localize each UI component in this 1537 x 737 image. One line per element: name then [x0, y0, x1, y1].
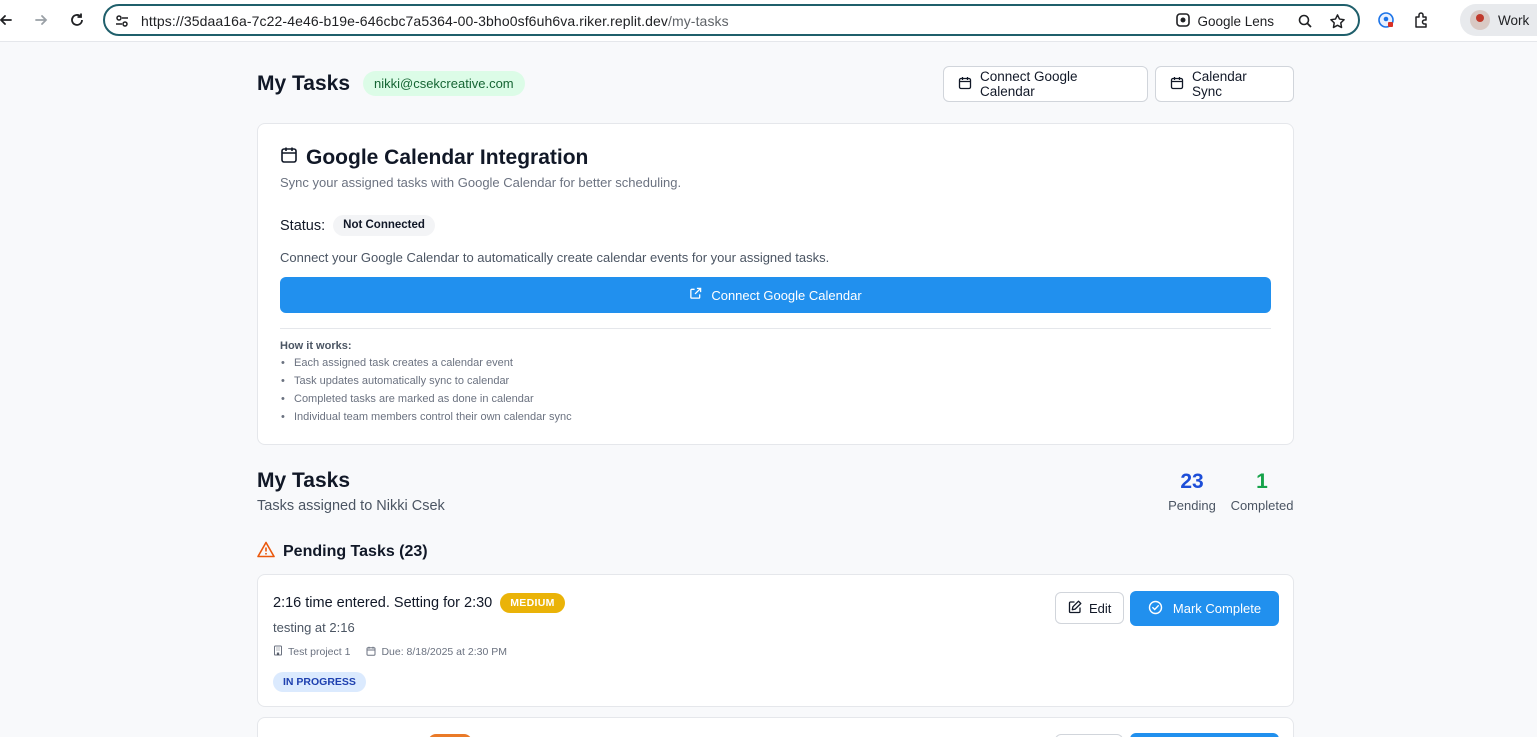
page-header: My Tasks nikki@csekcreative.com Connect … — [257, 66, 1294, 102]
integration-description: Connect your Google Calendar to automati… — [280, 250, 830, 265]
connect-google-calendar-label: Connect Google Calendar — [980, 69, 1078, 99]
pending-stat-label: Pending — [1168, 498, 1216, 513]
calendar-sync-label: Calendar Sync — [1192, 69, 1247, 99]
mark-complete-button[interactable] — [1130, 733, 1279, 737]
calendar-icon — [958, 76, 972, 93]
list-item: Task updates automatically sync to calen… — [280, 372, 572, 390]
reload-icon[interactable] — [65, 8, 89, 32]
forward-icon[interactable] — [29, 8, 53, 32]
completed-stat: 1 Completed — [1228, 470, 1296, 513]
task-title: 2:16 time entered. Setting for 2:30 MEDI… — [273, 593, 565, 613]
connect-google-calendar-button[interactable]: Connect Google Calendar — [280, 277, 1271, 313]
user-email-badge: nikki@csekcreative.com — [363, 71, 525, 96]
task-due-text: Due: 8/18/2025 at 2:30 PM — [381, 646, 507, 658]
mark-complete-button[interactable]: Mark Complete — [1130, 591, 1279, 626]
lens-icon — [1175, 12, 1191, 31]
pending-count: 23 — [1180, 470, 1204, 493]
list-item: Completed tasks are marked as done in ca… — [280, 390, 572, 408]
status-label: Status: — [280, 217, 326, 234]
password-manager-icon[interactable] — [1374, 8, 1398, 32]
calendar-icon — [1170, 76, 1184, 93]
task-card: 2:16 time entered. Setting for 2:30 MEDI… — [257, 574, 1294, 707]
integration-title: Google Calendar Integration — [280, 146, 588, 170]
list-item: Individual team members control their ow… — [280, 408, 572, 426]
profile-label: Work — [1498, 12, 1530, 28]
google-lens-button[interactable]: Google Lens — [1175, 12, 1274, 31]
list-item: Each assigned task creates a calendar ev… — [280, 354, 572, 372]
external-link-icon — [689, 287, 702, 303]
building-icon — [273, 645, 283, 659]
status-badge: Not Connected — [333, 215, 435, 236]
how-it-works-list: Each assigned task creates a calendar ev… — [280, 354, 572, 426]
lens-label: Google Lens — [1197, 14, 1274, 29]
zoom-icon[interactable] — [1296, 12, 1314, 30]
pending-stat: 23 Pending — [1166, 470, 1218, 513]
url-text[interactable]: https://35daa16a-7c22-4e46-b19e-646cbc7a… — [141, 13, 729, 29]
calendar-sync-button[interactable]: Calendar Sync — [1155, 66, 1294, 102]
completed-count: 1 — [1256, 470, 1268, 493]
edit-label: Edit — [1089, 600, 1112, 616]
mark-complete-label: Mark Complete — [1172, 601, 1262, 616]
url-host: https://35daa16a-7c22-4e46-b19e-646cbc7a… — [141, 13, 668, 29]
edit-task-button[interactable]: Edit — [1055, 592, 1125, 624]
site-settings-icon[interactable] — [113, 12, 131, 30]
url-path: /my-tasks — [667, 13, 729, 29]
divider — [280, 328, 1271, 329]
profile-button[interactable]: Work — [1460, 4, 1537, 36]
task-card — [257, 717, 1294, 737]
tasks-section-title: My Tasks — [257, 469, 350, 492]
task-description: testing at 2:16 — [273, 620, 355, 635]
page-title: My Tasks — [257, 72, 350, 95]
integration-subtitle: Sync your assigned tasks with Google Cal… — [280, 175, 682, 190]
task-title-text: 2:16 time entered. Setting for 2:30 — [273, 595, 493, 611]
calendar-icon — [366, 646, 376, 659]
status-row: Status: Not Connected — [280, 215, 435, 236]
calendar-icon — [280, 146, 298, 170]
task-status-badge: IN PROGRESS — [273, 672, 366, 692]
address-bar[interactable]: https://35daa16a-7c22-4e46-b19e-646cbc7a… — [103, 4, 1360, 36]
connect-google-calendar-button-label: Connect Google Calendar — [711, 287, 862, 303]
task-due: Due: 8/18/2025 at 2:30 PM — [366, 646, 507, 659]
task-meta: Test project 1 Due: 8/18/2025 at 2:30 PM — [273, 645, 507, 659]
task-project-text: Test project 1 — [288, 646, 351, 658]
avatar — [1470, 10, 1490, 30]
pending-tasks-heading: Pending Tasks (23) — [257, 541, 428, 563]
check-circle-icon — [1148, 600, 1163, 618]
edit-icon — [1068, 600, 1082, 617]
warning-icon — [257, 541, 275, 563]
google-calendar-integration-card: Google Calendar Integration Sync your as… — [257, 123, 1294, 445]
how-it-works-title: How it works: — [280, 340, 352, 352]
back-icon[interactable] — [0, 8, 18, 32]
bookmark-star-icon[interactable] — [1328, 12, 1346, 30]
priority-badge: MEDIUM — [500, 593, 565, 613]
browser-toolbar: https://35daa16a-7c22-4e46-b19e-646cbc7a… — [0, 0, 1537, 42]
tasks-section-subtitle: Tasks assigned to Nikki Csek — [257, 498, 445, 514]
connect-google-calendar-header-button[interactable]: Connect Google Calendar — [943, 66, 1148, 102]
integration-title-text: Google Calendar Integration — [306, 146, 589, 169]
pending-heading-text: Pending Tasks (23) — [283, 543, 428, 560]
extensions-icon[interactable] — [1410, 8, 1434, 32]
task-project: Test project 1 — [273, 645, 350, 659]
completed-stat-label: Completed — [1230, 498, 1294, 513]
